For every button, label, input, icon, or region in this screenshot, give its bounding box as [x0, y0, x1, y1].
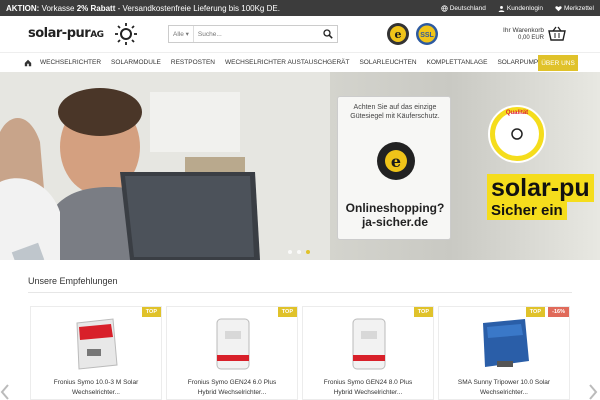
- main-navigation: WECHSELRICHTER SOLARMODULE RESTPOSTEN WE…: [0, 52, 600, 72]
- product-card[interactable]: TOP Fronius Symo 10.0-3 M Solar Wechselr…: [30, 306, 162, 400]
- wishlist-link[interactable]: Merkzettel: [555, 5, 594, 12]
- top-badge: TOP: [141, 307, 161, 317]
- svg-text:e: e: [391, 152, 401, 171]
- sun-icon: [115, 23, 137, 45]
- product-image: [216, 318, 250, 370]
- home-link[interactable]: [24, 59, 32, 67]
- slider-dot[interactable]: [288, 250, 292, 254]
- promo-text: AKTION: Vorkasse 2% Rabatt - Versandkost…: [6, 3, 280, 13]
- user-icon: [498, 5, 505, 12]
- login-link[interactable]: Kundenlogin: [498, 5, 543, 12]
- product-image: [352, 318, 386, 370]
- svg-text:SSL: SSL: [420, 32, 434, 39]
- product-card[interactable]: TOP Fronius Symo GEN24 6.0 Plus Hybrid W…: [166, 306, 298, 400]
- hero-subline: Sicher ein: [487, 202, 567, 220]
- nav-item-restposten[interactable]: RESTPOSTEN: [171, 59, 215, 66]
- svg-text:e: e: [395, 28, 402, 41]
- product-image: [483, 319, 529, 367]
- quality-badge-icon: Qualität: [488, 105, 546, 163]
- chevron-right-icon[interactable]: [588, 384, 598, 400]
- trusted-shops-seal-icon: e: [377, 142, 415, 180]
- nav-item-austauschgeraet[interactable]: WECHSELRICHTER AUSTAUSCHGERÄT: [225, 59, 349, 66]
- section-title: Unsere Empfehlungen: [28, 276, 118, 286]
- trusted-shops-badge-icon[interactable]: e: [386, 22, 410, 46]
- search-input[interactable]: [193, 30, 319, 38]
- search-icon: [323, 29, 333, 39]
- slider-dots: [288, 250, 310, 254]
- ssl-badge-icon: SSL: [416, 23, 438, 45]
- heart-icon: [555, 5, 562, 11]
- chevron-left-icon[interactable]: [0, 384, 10, 400]
- top-badge: TOP: [413, 307, 433, 317]
- trust-info-box: Achten Sie auf das einzige Gütesiegel mi…: [337, 96, 451, 240]
- divider: [28, 292, 572, 293]
- search-bar: Alle ▾: [168, 25, 338, 43]
- site-header: solar-purAG Alle ▾ e SSL Ihr Warenkorb 0…: [0, 16, 600, 52]
- basket-icon: [548, 26, 566, 41]
- top-badge: TOP: [277, 307, 297, 317]
- nav-item-ueber-uns[interactable]: ÜBER UNS: [538, 55, 578, 71]
- nav-item-solarleuchten[interactable]: SOLARLEUCHTEN: [359, 59, 416, 66]
- discount-badge: -16%: [548, 307, 569, 317]
- search-category-select[interactable]: Alle ▾: [169, 26, 194, 42]
- nav-item-wechselrichter[interactable]: WECHSELRICHTER: [40, 59, 101, 66]
- slider-dot[interactable]: [297, 250, 301, 254]
- hero-person-image: [0, 72, 330, 260]
- hero-banner[interactable]: Achten Sie auf das einzige Gütesiegel mi…: [0, 72, 600, 260]
- slider-dot-active[interactable]: [306, 250, 310, 254]
- country-selector[interactable]: Deutschland: [441, 5, 486, 12]
- product-card[interactable]: TOP Fronius Symo GEN24 8.0 Plus Hybrid W…: [302, 306, 434, 400]
- search-button[interactable]: [319, 26, 337, 42]
- globe-icon: [441, 4, 448, 12]
- svg-text:Qualität: Qualität: [506, 110, 528, 116]
- site-logo[interactable]: solar-purAG: [28, 22, 140, 46]
- product-card[interactable]: TOP -16% SMA Sunny Tripower 10.0 Solar W…: [438, 306, 570, 400]
- product-image: [76, 318, 118, 370]
- hero-headline: solar-pu: [487, 174, 594, 202]
- nav-item-komplettanlage[interactable]: KOMPLETTANLAGE: [427, 59, 488, 66]
- nav-item-solarmodule[interactable]: SOLARMODULE: [111, 59, 161, 66]
- promo-bar: AKTION: Vorkasse 2% Rabatt - Versandkost…: [0, 0, 600, 16]
- home-icon: [24, 59, 32, 66]
- cart-widget[interactable]: Ihr Warenkorb 0,00 EUR: [500, 26, 570, 46]
